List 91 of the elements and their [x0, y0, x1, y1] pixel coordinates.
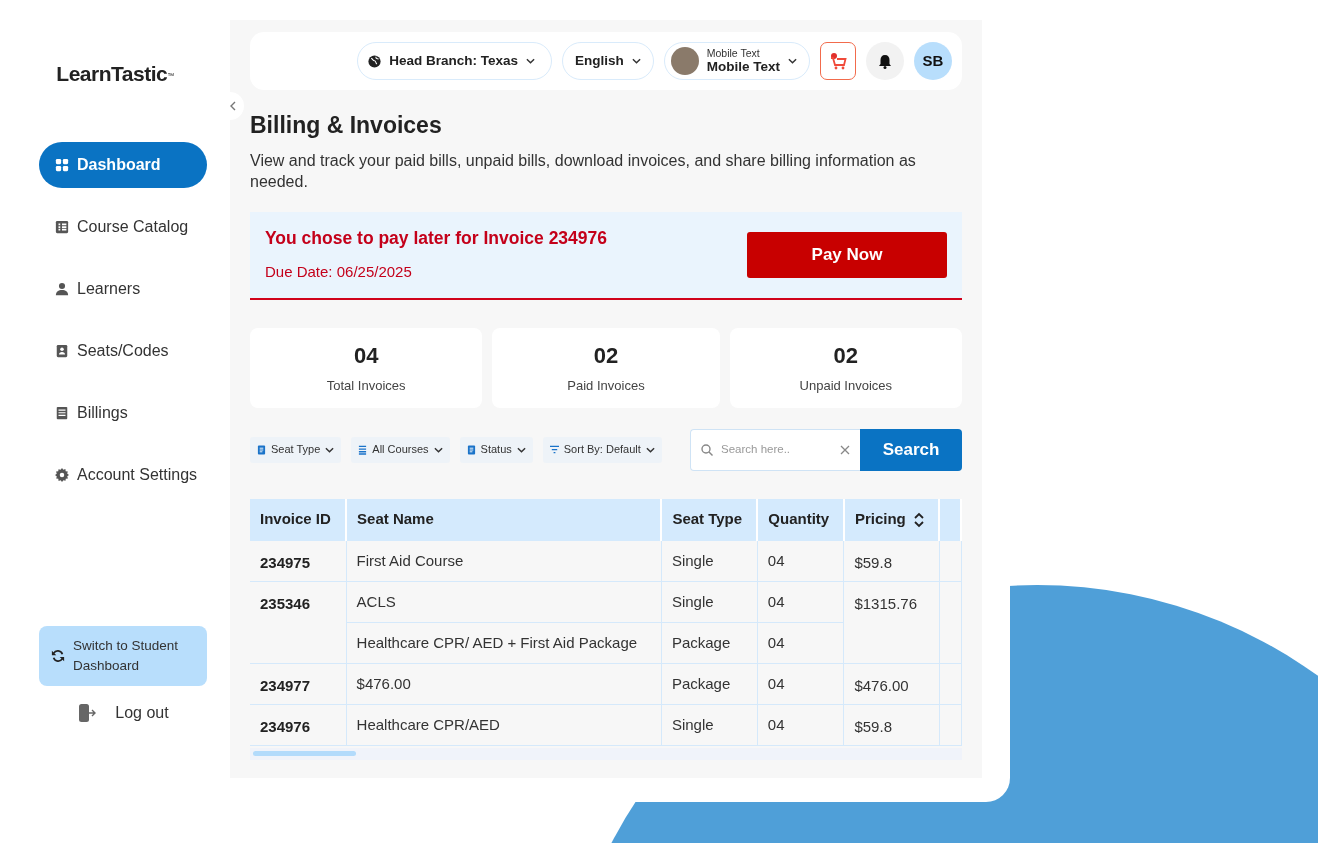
table-cell: $1315.76 [843, 581, 939, 664]
user-dropdown[interactable]: Mobile Text Mobile Text [663, 42, 810, 80]
search-input[interactable]: Search here.. [719, 439, 834, 460]
cart-button[interactable] [820, 42, 856, 80]
logout-icon [77, 703, 98, 723]
page-description: View and track your paid bills, unpaid bills, download invoices, and share billing information as needed. [250, 150, 917, 192]
sidebar-item[interactable]: Dashboard [39, 141, 207, 188]
table-cell: 234977 [250, 663, 347, 705]
table-cell: $59.8 [843, 540, 939, 582]
search-icon [701, 443, 713, 456]
chevron-down-icon [325, 446, 335, 453]
globe-icon [368, 54, 382, 68]
table-cell: 04 [757, 663, 844, 705]
stat-label: Unpaid Invoices [799, 377, 893, 396]
table-cell: $476.00 [843, 663, 939, 705]
chevron-down-icon [788, 58, 797, 64]
document-icon [257, 444, 266, 455]
stat-value: 02 [593, 342, 619, 371]
column-header: Seat Name [346, 498, 662, 541]
stat-label: Total Invoices [326, 377, 406, 396]
table-cell: ACLS [346, 581, 662, 623]
list-icon [358, 444, 368, 455]
filter-dropdown[interactable]: Sort By: Default [542, 436, 662, 463]
language-dropdown[interactable]: English [561, 42, 654, 80]
table-cell: Package [661, 622, 758, 664]
table-cell: First Aid Course [346, 540, 662, 582]
id-card-icon [55, 343, 69, 358]
table-cell: Healthcare CPR/ AED + First Aid Package [346, 622, 662, 664]
page-title: Billing & Invoices [250, 112, 443, 140]
chevron-down-icon [525, 58, 535, 64]
pay-now-button[interactable]: Pay Now [747, 231, 947, 278]
logout-button[interactable]: Log out [71, 700, 175, 726]
notifications-button[interactable] [866, 42, 904, 80]
close-icon[interactable] [840, 444, 850, 455]
table-cell: 04 [757, 581, 844, 623]
cart-icon [829, 52, 847, 70]
sidebar-item[interactable]: Learners [39, 265, 207, 312]
column-header: Quantity [757, 498, 844, 541]
gear-icon [55, 467, 69, 482]
sidebar-item[interactable]: Account Settings [39, 451, 207, 498]
switch-dashboard-button[interactable]: Switch to Student Dashboard [39, 625, 207, 686]
filter-dropdown[interactable]: Seat Type [250, 436, 342, 463]
due-date: Due Date: 06/25/2025 [265, 262, 413, 283]
logo: LearnTastic$^{™}$ [56, 61, 174, 87]
branch-dropdown[interactable]: Head Branch: Texas [357, 42, 552, 80]
table-cell: 04 [757, 704, 844, 746]
search-field[interactable]: Search here.. [690, 428, 860, 471]
table-cell: Healthcare CPR/AED [346, 704, 662, 746]
stat-value: 02 [833, 342, 859, 371]
stat-label: Paid Invoices [567, 377, 645, 396]
table-cell: 235346 [250, 581, 347, 664]
scrollbar-thumb[interactable] [253, 751, 356, 757]
table-icon [55, 219, 69, 234]
table-cell: 234976 [250, 704, 347, 746]
table-cell: 234975 [250, 540, 347, 582]
column-header[interactable]: Pricing [843, 498, 939, 541]
grid-icon [55, 157, 69, 172]
filter-dropdown[interactable]: Status [459, 436, 533, 463]
chevron-left-icon [230, 101, 236, 111]
refresh-icon [51, 648, 65, 663]
table-cell: 04 [757, 540, 844, 582]
table-cell: Single [661, 540, 758, 582]
sidebar-item[interactable]: Seats/Codes [39, 327, 207, 374]
avatar-placeholder [670, 47, 699, 75]
search-button[interactable]: Search [860, 428, 962, 471]
document-icon [466, 444, 476, 455]
alert-message: You chose to pay later for Invoice 234976 [265, 227, 608, 251]
list-icon [55, 405, 69, 420]
chevron-down-icon [433, 446, 443, 453]
stat-value: 04 [353, 342, 379, 371]
table-cell: Package [661, 663, 758, 705]
filter-icon [549, 444, 559, 455]
chevron-down-icon [631, 58, 641, 64]
column-header: Invoice ID [250, 498, 347, 541]
avatar-initials[interactable]: SB [914, 42, 952, 80]
person-icon [55, 281, 69, 296]
table-cell: $59.8 [843, 704, 939, 746]
chevron-down-icon [645, 446, 655, 453]
table-cell: Single [661, 581, 758, 623]
bell-icon [878, 53, 892, 69]
table-cell: $476.00 [346, 663, 662, 705]
filter-dropdown[interactable]: All Courses [351, 436, 450, 463]
sort-icon[interactable] [913, 511, 924, 528]
chevron-down-icon [516, 446, 526, 453]
column-header: Seat Type [661, 498, 758, 541]
user-caption: Mobile Text [706, 47, 760, 60]
sidebar-item[interactable]: Billings [39, 389, 207, 436]
sidebar-item[interactable]: Course Catalog [39, 203, 207, 250]
table-cell: 04 [757, 622, 844, 664]
user-name: Mobile Text [706, 59, 780, 75]
table-cell: Single [661, 704, 758, 746]
